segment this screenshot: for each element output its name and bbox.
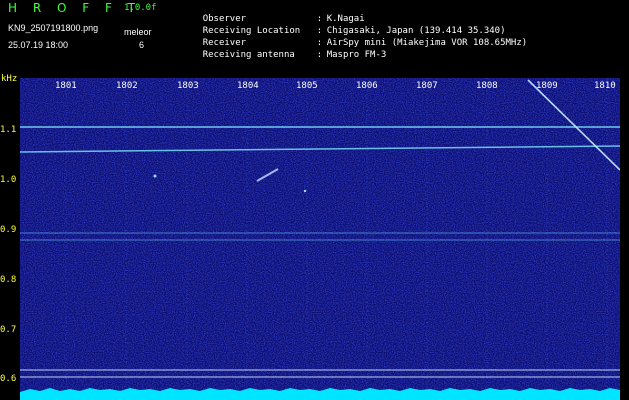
x-tick-label: 1801 xyxy=(55,81,77,91)
x-tick-label: 1803 xyxy=(177,81,199,91)
x-tick-label: 1806 xyxy=(356,81,378,91)
x-tick-label: 1805 xyxy=(296,81,318,91)
info-row-antenna: Receiving antenna: Maspro FM-3 xyxy=(181,40,387,70)
x-tick-label: 1804 xyxy=(237,81,259,91)
y-tick-label: 0.7 xyxy=(0,325,17,335)
info-value: Maspro FM-3 xyxy=(326,50,387,60)
info-separator: : xyxy=(316,50,323,60)
y-axis-unit: kHz xyxy=(1,74,18,84)
info-key: Receiving antenna xyxy=(202,50,295,60)
meteor-count-value: 6 xyxy=(139,40,145,50)
hrofft-window: H R O F F T 1.0.0f KN9_2507191800.png me… xyxy=(0,0,629,400)
meteor-count-label: meleor xyxy=(124,27,152,37)
y-tick-label: 1.0 xyxy=(0,175,17,185)
x-tick-label: 1809 xyxy=(536,81,558,91)
x-tick-label: 1802 xyxy=(116,81,138,91)
date-time: 25.07.19 18:00 xyxy=(8,40,69,50)
app-title: H R O F F T xyxy=(8,1,142,15)
file-name: KN9_2507191800.png xyxy=(8,23,99,33)
y-tick-label: 0.9 xyxy=(0,225,17,235)
y-tick-label: 1.1 xyxy=(0,125,17,135)
spectrogram xyxy=(20,78,620,400)
x-tick-label: 1807 xyxy=(416,81,438,91)
x-tick-label: 1810 xyxy=(594,81,616,91)
version-label: 1.0.0f xyxy=(124,3,157,13)
y-tick-label: 0.6 xyxy=(0,374,17,384)
x-tick-label: 1808 xyxy=(476,81,498,91)
meteor-echo xyxy=(153,174,157,178)
meteor-echo xyxy=(303,189,307,193)
y-tick-label: 0.8 xyxy=(0,275,17,285)
